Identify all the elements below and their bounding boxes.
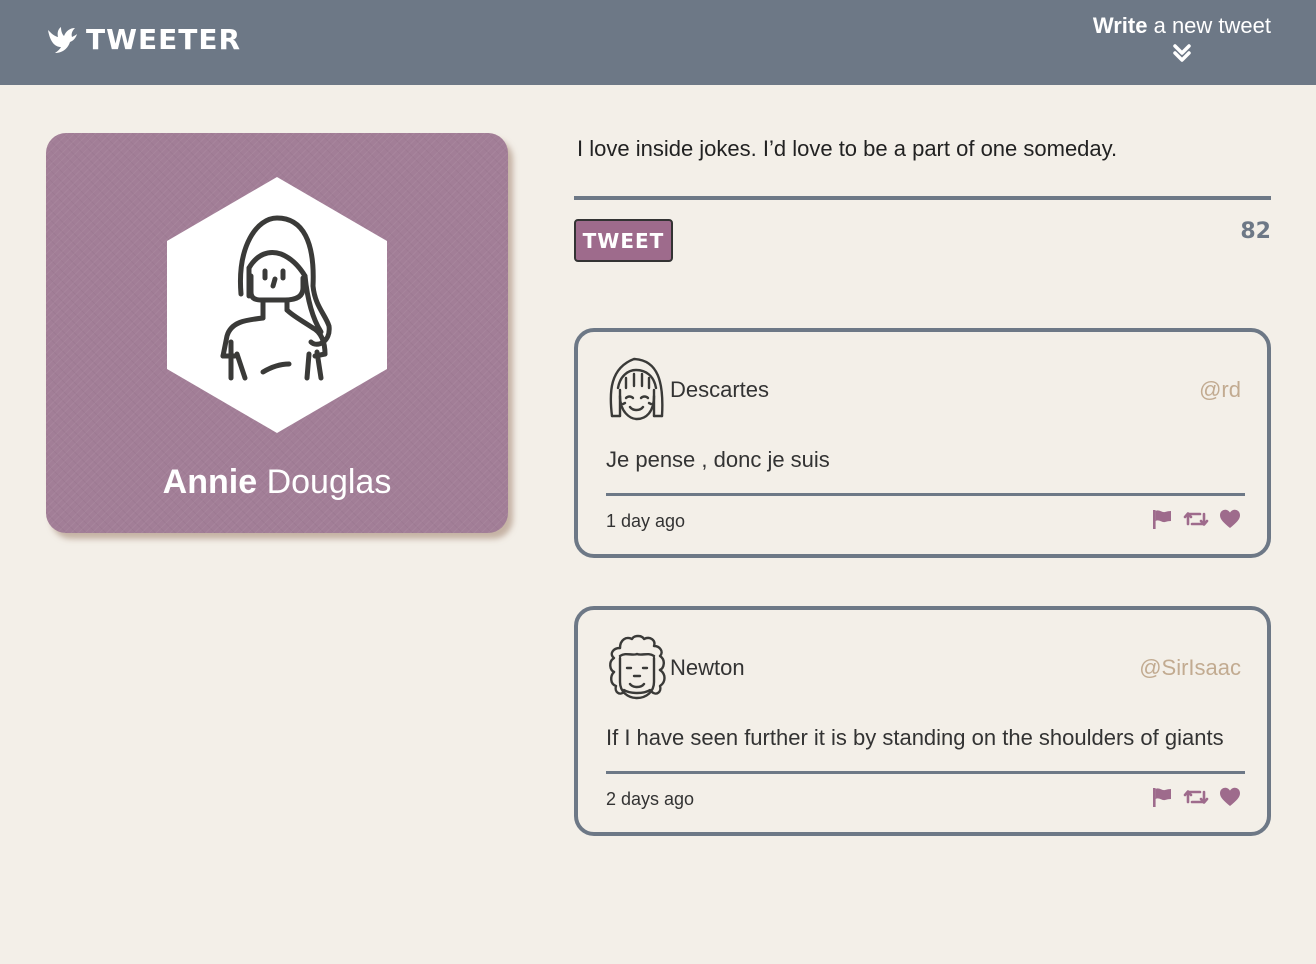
newton-avatar-icon [609, 634, 666, 700]
retweet-icon[interactable] [1183, 508, 1209, 530]
heart-icon[interactable] [1219, 508, 1241, 530]
brand[interactable]: TWEETER [46, 22, 241, 58]
write-rest: a new tweet [1147, 13, 1271, 38]
tweet-author-handle: @rd [1199, 377, 1241, 402]
write-new-tweet-label: Write a new tweet [1093, 12, 1271, 40]
write-strong: Write [1092, 13, 1148, 38]
profile-card: Annie Douglas [46, 133, 508, 533]
tweet-timestamp: 1 day ago [606, 511, 686, 531]
tweet-timestamp: 2 days ago [606, 789, 695, 809]
tweet-actions [1151, 508, 1241, 530]
tweet-author-name: Descartes [670, 377, 770, 402]
tweet-actions [1151, 786, 1241, 808]
tweet-divider [606, 771, 1245, 774]
last-name: Douglas [257, 463, 392, 501]
heart-icon[interactable] [1219, 786, 1241, 808]
retweet-icon[interactable] [1183, 786, 1209, 808]
character-counter: 82 [1240, 219, 1271, 244]
flag-icon[interactable] [1151, 508, 1173, 530]
tweet-author-handle: @SirIsaac [1139, 655, 1241, 680]
tweet-content: Je pense , donc je suis [606, 447, 830, 472]
top-nav: TWEETER Write a new tweet [0, 0, 1316, 85]
descartes-avatar-icon [609, 357, 664, 421]
tweet-card: Descartes @rd Je pense , donc je suis 1 … [574, 328, 1271, 558]
profile-name: Annie Douglas [46, 461, 508, 503]
tweet-card: Newton @SirIsaac If I have seen further … [574, 606, 1271, 836]
tweet-submit-button[interactable]: TWEET [574, 219, 673, 262]
compose-divider [574, 196, 1271, 200]
double-chevron-down-icon [1173, 44, 1191, 62]
woman-avatar-icon [167, 177, 387, 433]
brand-name: TWEETER [86, 23, 242, 56]
tweet-text-input[interactable]: I love inside jokes. I’d love to be a pa… [577, 134, 1271, 164]
first-name: Annie [162, 463, 258, 501]
tweet-author-name: Newton [670, 655, 745, 680]
write-new-tweet-toggle[interactable]: Write a new tweet [1093, 12, 1271, 63]
tweet-divider [606, 493, 1245, 496]
tweet-content: If I have seen further it is by standing… [606, 725, 1224, 750]
flag-icon[interactable] [1151, 786, 1173, 808]
bird-icon [46, 24, 78, 56]
